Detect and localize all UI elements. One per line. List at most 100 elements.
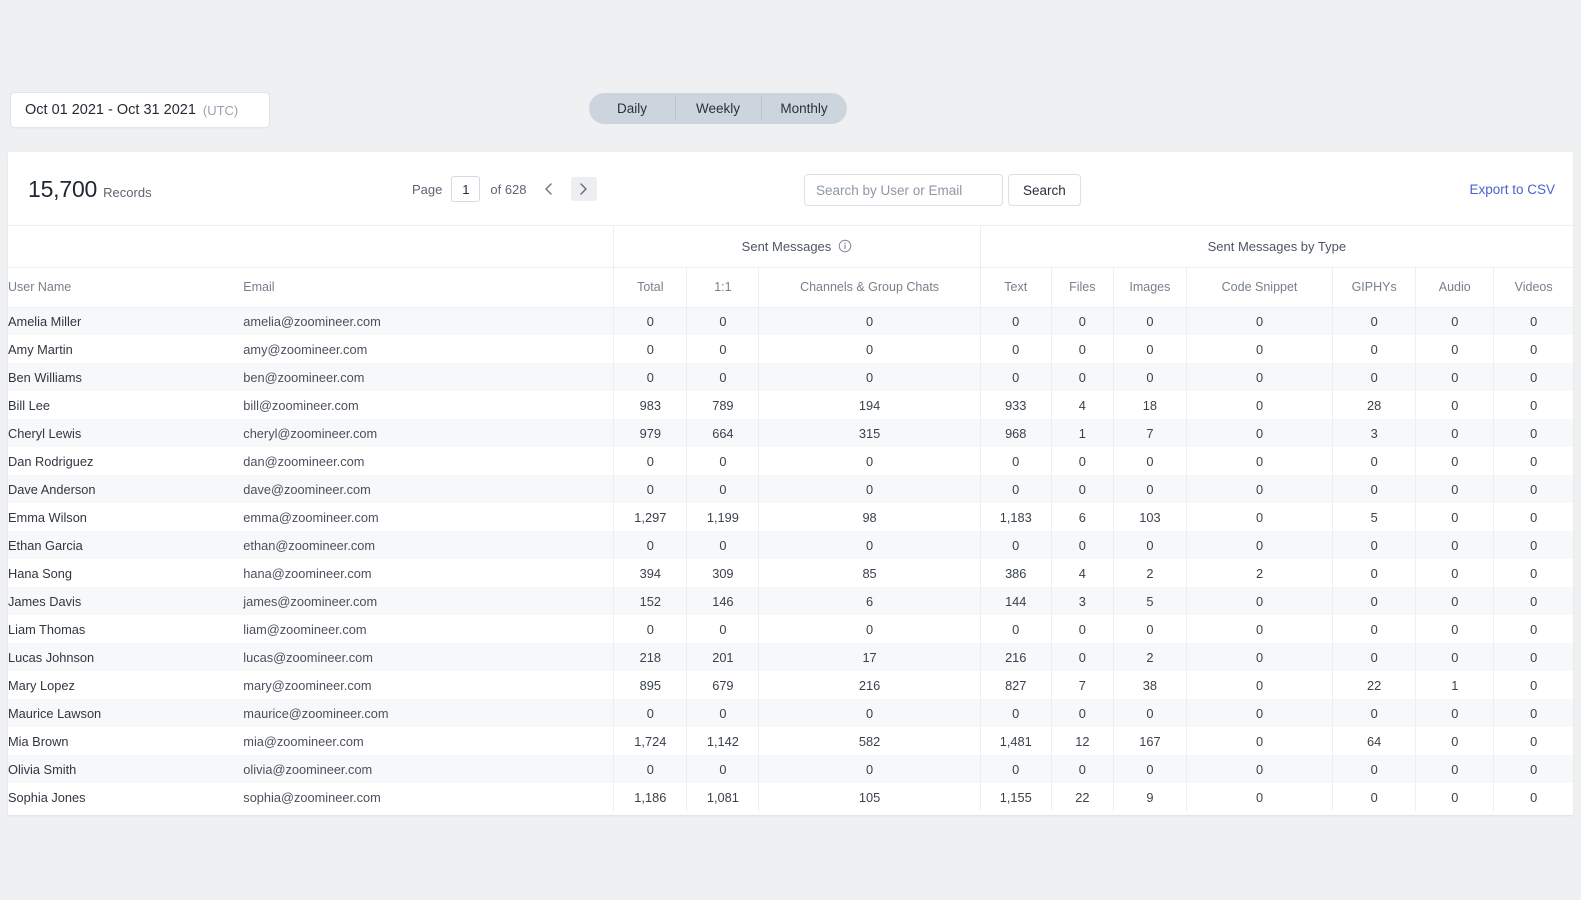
table-row[interactable]: Cheryl Lewischeryl@zoomineer.com97966431… (8, 419, 1573, 447)
cell-one_to_one: 664 (687, 419, 759, 447)
cell-giphys: 64 (1333, 727, 1416, 755)
chevron-right-icon (580, 183, 587, 195)
cell-text: 1,481 (980, 727, 1051, 755)
cell-one_to_one: 0 (687, 699, 759, 727)
table-row[interactable]: Liam Thomasliam@zoomineer.com0000000000 (8, 615, 1573, 643)
cell-channels: 17 (759, 643, 980, 671)
table-row[interactable]: Amy Martinamy@zoomineer.com0000000000 (8, 335, 1573, 363)
cell-text: 827 (980, 671, 1051, 699)
date-range-picker[interactable]: Oct 01 2021 - Oct 31 2021 (UTC) (10, 92, 270, 128)
table-row[interactable]: Lucas Johnsonlucas@zoomineer.com21820117… (8, 643, 1573, 671)
cell-email: ben@zoomineer.com (243, 363, 613, 391)
report-card: 15,700 Records Page of 628 (8, 152, 1573, 815)
col-header-files[interactable]: Files (1051, 267, 1113, 307)
tab-daily[interactable]: Daily (589, 93, 675, 124)
cell-text: 386 (980, 559, 1051, 587)
cell-giphys: 0 (1333, 643, 1416, 671)
search-button[interactable]: Search (1008, 174, 1081, 206)
table-row[interactable]: Maurice Lawsonmaurice@zoomineer.com00000… (8, 699, 1573, 727)
granularity-segmented-control[interactable]: Daily Weekly Monthly (589, 93, 847, 124)
col-header-images[interactable]: Images (1113, 267, 1186, 307)
cell-text: 1,183 (980, 503, 1051, 531)
cell-total: 152 (614, 587, 687, 615)
cell-text: 0 (980, 307, 1051, 335)
cell-code_snippet: 0 (1186, 475, 1332, 503)
col-header-code-snippet[interactable]: Code Snippet (1186, 267, 1332, 307)
cell-videos: 0 (1494, 587, 1573, 615)
col-header-user-name[interactable]: User Name (8, 267, 243, 307)
tab-weekly[interactable]: Weekly (675, 93, 761, 124)
cell-one_to_one: 1,081 (687, 783, 759, 811)
cell-files: 0 (1051, 335, 1113, 363)
table-row[interactable]: Ben Williamsben@zoomineer.com0000000000 (8, 363, 1573, 391)
cell-one_to_one: 0 (687, 475, 759, 503)
cell-total: 0 (614, 335, 687, 363)
record-count-label: Records (103, 185, 151, 200)
cell-email: mary@zoomineer.com (243, 671, 613, 699)
table-row[interactable]: Mia Brownmia@zoomineer.com1,7241,1425821… (8, 727, 1573, 755)
next-page-button[interactable] (571, 177, 597, 201)
col-header-total[interactable]: Total (614, 267, 687, 307)
cell-images: 0 (1113, 755, 1186, 783)
table-row[interactable]: Dave Andersondave@zoomineer.com000000000… (8, 475, 1573, 503)
cell-images: 0 (1113, 699, 1186, 727)
cell-videos: 0 (1494, 643, 1573, 671)
cell-one_to_one: 0 (687, 755, 759, 783)
col-header-audio[interactable]: Audio (1416, 267, 1494, 307)
page-number-input[interactable] (451, 176, 480, 202)
col-header-channels-group-chats[interactable]: Channels & Group Chats (759, 267, 980, 307)
cell-user_name: Dan Rodriguez (8, 447, 243, 475)
cell-text: 216 (980, 643, 1051, 671)
cell-user_name: Ben Williams (8, 363, 243, 391)
cell-videos: 0 (1494, 783, 1573, 811)
search-input[interactable] (804, 174, 1003, 206)
col-header-email[interactable]: Email (243, 267, 613, 307)
col-header-text[interactable]: Text (980, 267, 1051, 307)
table-row[interactable]: Mary Lopezmary@zoomineer.com895679216827… (8, 671, 1573, 699)
table-row[interactable]: Bill Leebill@zoomineer.com98378919493341… (8, 391, 1573, 419)
cell-channels: 216 (759, 671, 980, 699)
cell-email: liam@zoomineer.com (243, 615, 613, 643)
prev-page-button[interactable] (536, 177, 562, 201)
cell-email: ethan@zoomineer.com (243, 531, 613, 559)
cell-images: 167 (1113, 727, 1186, 755)
cell-email: olivia@zoomineer.com (243, 755, 613, 783)
cell-code_snippet: 0 (1186, 783, 1332, 811)
cell-one_to_one: 0 (687, 335, 759, 363)
export-to-csv-link[interactable]: Export to CSV (1469, 182, 1555, 197)
cell-images: 0 (1113, 447, 1186, 475)
info-circle-icon[interactable] (838, 239, 852, 253)
col-header-videos[interactable]: Videos (1494, 267, 1573, 307)
cell-total: 0 (614, 755, 687, 783)
cell-total: 0 (614, 475, 687, 503)
table-row[interactable]: Hana Songhana@zoomineer.com3943098538642… (8, 559, 1573, 587)
top-control-bar: Oct 01 2021 - Oct 31 2021 (UTC) Daily We… (0, 0, 1581, 152)
col-header-giphys[interactable]: GIPHYs (1333, 267, 1416, 307)
date-range-value: Oct 01 2021 - Oct 31 2021 (25, 102, 196, 118)
cell-images: 5 (1113, 587, 1186, 615)
table-row[interactable]: Amelia Milleramelia@zoomineer.com0000000… (8, 307, 1573, 335)
cell-images: 0 (1113, 615, 1186, 643)
cell-giphys: 0 (1333, 447, 1416, 475)
col-header-one-to-one[interactable]: 1:1 (687, 267, 759, 307)
cell-audio: 0 (1416, 531, 1494, 559)
table-row[interactable]: Sophia Jonessophia@zoomineer.com1,1861,0… (8, 783, 1573, 811)
cell-giphys: 28 (1333, 391, 1416, 419)
cell-images: 7 (1113, 419, 1186, 447)
cell-one_to_one: 0 (687, 447, 759, 475)
table-row[interactable]: Dan Rodriguezdan@zoomineer.com0000000000 (8, 447, 1573, 475)
tab-monthly[interactable]: Monthly (761, 93, 847, 124)
cell-audio: 1 (1416, 671, 1494, 699)
cell-user_name: Hana Song (8, 559, 243, 587)
cell-text: 1,155 (980, 783, 1051, 811)
table-row[interactable]: Olivia Smitholivia@zoomineer.com00000000… (8, 755, 1573, 783)
cell-files: 0 (1051, 475, 1113, 503)
table-row[interactable]: Emma Wilsonemma@zoomineer.com1,2971,1999… (8, 503, 1573, 531)
cell-files: 0 (1051, 615, 1113, 643)
table-row[interactable]: Ethan Garciaethan@zoomineer.com000000000… (8, 531, 1573, 559)
cell-email: amy@zoomineer.com (243, 335, 613, 363)
cell-total: 0 (614, 307, 687, 335)
table-row[interactable]: James Davisjames@zoomineer.com1521466144… (8, 587, 1573, 615)
tab-weekly-label: Weekly (696, 101, 740, 116)
cell-email: dan@zoomineer.com (243, 447, 613, 475)
